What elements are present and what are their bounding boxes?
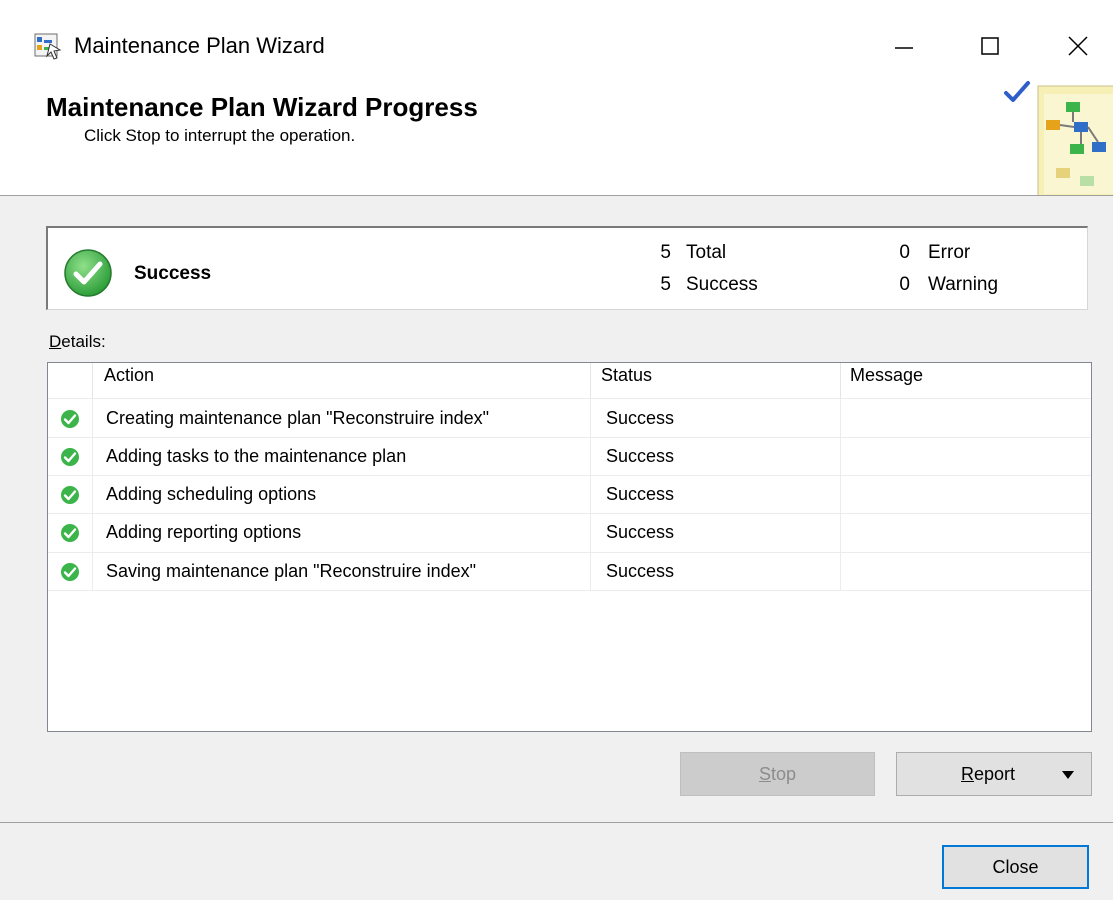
success-icon bbox=[63, 248, 113, 303]
dropdown-arrow-icon[interactable] bbox=[1061, 770, 1075, 780]
table-row-action[interactable]: Creating maintenance plan "Reconstruire … bbox=[106, 399, 489, 437]
report-button[interactable]: Report bbox=[896, 752, 1092, 796]
total-label: Total bbox=[686, 242, 727, 263]
table-row-action[interactable]: Adding tasks to the maintenance plan bbox=[106, 437, 406, 475]
close-button[interactable]: Close bbox=[942, 845, 1089, 889]
error-label: Error bbox=[928, 242, 971, 263]
row-success-icon bbox=[60, 485, 80, 505]
row-success-icon bbox=[60, 409, 80, 429]
summary-status: Success bbox=[134, 263, 212, 284]
wizard-app-icon bbox=[34, 32, 62, 60]
column-separator bbox=[840, 363, 841, 398]
stop-button[interactable]: Stop bbox=[680, 752, 875, 796]
row-success-icon bbox=[60, 523, 80, 543]
maximize-button[interactable] bbox=[962, 22, 1018, 70]
report-label-wrap: Report bbox=[961, 764, 1015, 785]
header-divider bbox=[0, 195, 1113, 196]
table-row-status[interactable]: Success bbox=[606, 513, 674, 551]
details-mnemonic: D bbox=[49, 332, 62, 351]
wizard-banner-icon bbox=[1030, 80, 1113, 200]
total-count: 5 bbox=[660, 242, 671, 263]
column-gridline bbox=[590, 398, 591, 591]
stop-mnemonic: S bbox=[758, 763, 771, 784]
table-row-status[interactable]: Success bbox=[606, 437, 674, 475]
table-row-action[interactable]: Saving maintenance plan "Reconstruire in… bbox=[106, 552, 476, 590]
success-label: Success bbox=[686, 274, 758, 295]
column-header-message[interactable]: Message bbox=[850, 365, 923, 386]
column-header-status[interactable]: Status bbox=[601, 365, 652, 386]
close-icon bbox=[1068, 36, 1088, 56]
warning-count: 0 bbox=[899, 274, 910, 295]
column-gridline bbox=[840, 398, 841, 591]
close-window-button[interactable] bbox=[1050, 22, 1106, 70]
footer-divider bbox=[0, 822, 1113, 823]
checkmark-icon bbox=[1003, 80, 1031, 109]
page-title: Maintenance Plan Wizard Progress bbox=[46, 92, 478, 122]
warning-label: Warning bbox=[928, 274, 999, 295]
row-divider bbox=[48, 590, 1091, 591]
details-label-text: etails: bbox=[61, 332, 106, 351]
row-success-icon bbox=[60, 447, 80, 467]
window-title: Maintenance Plan Wizard bbox=[74, 33, 325, 58]
table-row-status[interactable]: Success bbox=[606, 552, 674, 590]
page-subtitle: Click Stop to interrupt the operation. bbox=[84, 126, 356, 145]
report-mnemonic: R bbox=[961, 763, 974, 784]
column-separator bbox=[92, 363, 93, 398]
table-row-action[interactable]: Adding scheduling options bbox=[106, 475, 316, 513]
error-count: 0 bbox=[899, 242, 910, 263]
column-header-action[interactable]: Action bbox=[104, 365, 154, 386]
maximize-icon bbox=[981, 37, 999, 55]
stop-label: top bbox=[770, 763, 797, 784]
details-label: Details: bbox=[49, 332, 106, 352]
minimize-button[interactable] bbox=[876, 22, 932, 70]
column-separator bbox=[590, 363, 591, 398]
table-row-status[interactable]: Success bbox=[606, 399, 674, 437]
report-label: eport bbox=[974, 763, 1016, 784]
row-success-icon bbox=[60, 562, 80, 582]
column-gridline bbox=[92, 398, 93, 591]
success-count: 5 bbox=[660, 274, 671, 295]
table-row-action[interactable]: Adding reporting options bbox=[106, 513, 301, 551]
minimize-icon bbox=[895, 47, 913, 49]
table-row-status[interactable]: Success bbox=[606, 475, 674, 513]
